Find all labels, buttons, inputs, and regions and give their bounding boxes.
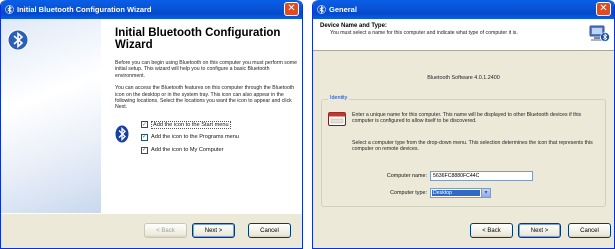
software-version: Bluetooth Software 4.0.1.2400 [427,75,500,81]
computer-type-value: Desktop [432,190,480,196]
general-title: General [329,5,357,14]
programs-menu-checkbox-label: Add the icon to the Programs menu [151,134,239,141]
computer-type-label: Computer type: [390,190,427,196]
close-icon[interactable]: ✕ [596,2,611,16]
general-titlebar[interactable]: General ✕ [313,0,614,19]
identity-group: Identity Enter a unique name for this co… [321,95,606,207]
close-icon[interactable]: ✕ [284,2,299,16]
computer-type-select[interactable]: Desktop ▾ [430,188,491,198]
back-button[interactable]: < Back [470,223,513,238]
computer-name-label: Computer name: [386,173,427,179]
start-menu-checkbox-row[interactable]: ✓ Add the icon to the Start menu [141,120,231,129]
wizard-side-panel [1,19,101,213]
icon-location-options: ✓ Add the icon to the Start menu ✓ Add t… [115,117,294,177]
back-button[interactable]: < Back [144,223,187,238]
wizard-title: Initial Bluetooth Configuration Wizard [17,5,152,14]
my-computer-checkbox-label: Add the icon to My Computer [151,147,224,154]
next-button[interactable]: Next > [518,223,561,238]
start-menu-checkbox[interactable]: ✓ [141,121,148,129]
bluetooth-icon [5,5,14,14]
computer-name-input[interactable]: 5636FC8880FC44C [430,171,533,181]
chevron-down-icon[interactable]: ▾ [481,189,490,197]
wizard-titlebar[interactable]: Initial Bluetooth Configuration Wizard ✕ [1,0,302,19]
header-title: Device Name and Type: [320,23,387,29]
computer-bluetooth-icon [588,23,610,50]
my-computer-checkbox[interactable]: ✓ [141,146,148,154]
header-subtitle: You must select a name for this computer… [330,30,518,36]
programs-menu-checkbox[interactable]: ✓ [141,133,148,141]
my-computer-checkbox-row[interactable]: ✓ Add the icon to My Computer [141,146,224,154]
next-button[interactable]: Next > [192,223,235,238]
wizard-intro-text: Before you can begin using Bluetooth on … [115,60,297,79]
computer-name-instructions: Enter a unique name for this computer. T… [352,112,582,125]
bluetooth-icon [115,125,129,148]
wizard-content: Initial Bluetooth Configuration Wizard B… [101,19,302,213]
identity-legend: Identity [328,95,350,101]
start-menu-checkbox-label: Add the icon to the Start menu [151,120,231,129]
cancel-button[interactable]: Cancel [248,223,291,238]
programs-menu-checkbox-row[interactable]: ✓ Add the icon to the Programs menu [141,133,239,141]
wizard-window: Initial Bluetooth Configuration Wizard ✕… [0,0,303,249]
bluetooth-icon [317,5,326,14]
name-tag-icon [328,112,346,131]
wizard-locations-text: You can access the Bluetooth features on… [115,85,295,111]
general-window: General ✕ Device Name and Type: You must… [312,0,615,249]
cancel-button[interactable]: Cancel [568,223,611,238]
computer-type-instructions: Select a computer type from the drop-dow… [352,140,593,153]
page-header: Device Name and Type: You must select a … [313,19,614,51]
button-separator [1,213,302,214]
bluetooth-graphic-icon [7,29,29,56]
wizard-heading: Initial Bluetooth Configuration Wizard [115,27,281,51]
